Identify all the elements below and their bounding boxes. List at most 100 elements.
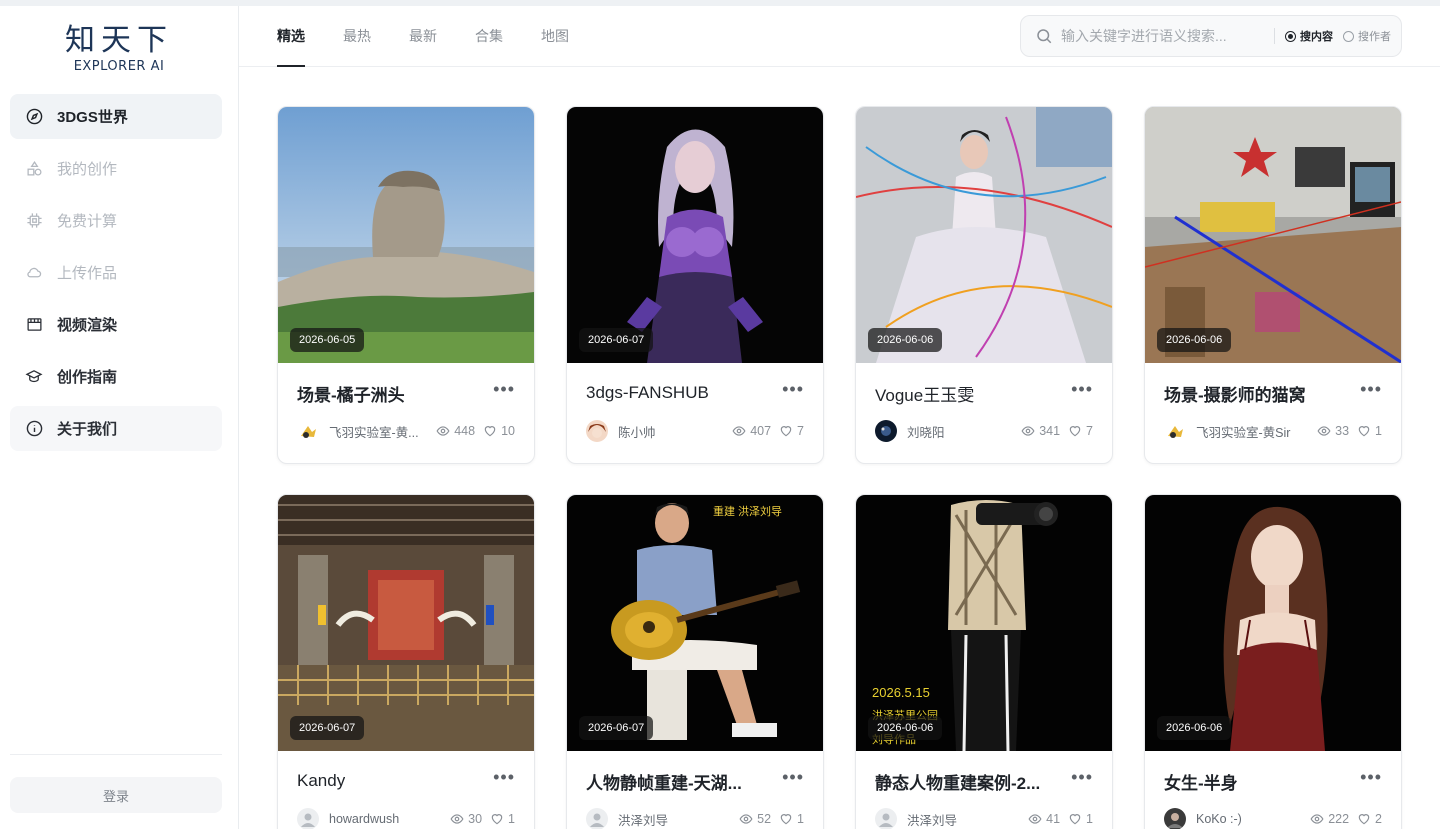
- view-count: 222: [1310, 812, 1349, 826]
- author-name[interactable]: 洪泽刘导: [618, 810, 731, 829]
- work-title[interactable]: 场景-摄影师的猫窝: [1164, 381, 1306, 406]
- work-card[interactable]: 2026.5.15 洪泽苏里公园 刘导作品 2026-06-06 静态人物重建案…: [855, 494, 1113, 829]
- work-card[interactable]: 2026-06-07 Kandy ••• howardwush 30 1: [277, 494, 535, 829]
- work-thumbnail[interactable]: 2026-06-06: [856, 107, 1112, 363]
- like-count[interactable]: 7: [1068, 424, 1093, 438]
- like-count[interactable]: 10: [483, 424, 515, 438]
- work-card[interactable]: 2026-06-05 场景-橘子洲头 ••• 飞羽实验室-黄... 448 10: [277, 106, 535, 464]
- card-title-row: Vogue王玉雯 •••: [875, 363, 1093, 423]
- work-card[interactable]: 重建 洪泽刘导 2026-06-07 人物静帧重建-天湖... ••• 洪泽刘导…: [566, 494, 824, 829]
- work-thumbnail[interactable]: 重建 洪泽刘导 2026-06-07: [567, 495, 823, 751]
- work-date: 2026-06-06: [868, 716, 943, 740]
- work-title[interactable]: 静态人物重建案例-2...: [875, 769, 1040, 794]
- work-thumbnail[interactable]: 2026-06-06: [1145, 495, 1401, 751]
- sidebar-item-free-compute[interactable]: 免费计算: [10, 198, 222, 243]
- sidebar-item-video-render[interactable]: 视频渲染: [10, 302, 222, 347]
- sidebar-item-3dgs-world[interactable]: 3DGS世界: [10, 94, 222, 139]
- author-avatar[interactable]: [297, 808, 319, 829]
- overlay-caption: 2026.5.15: [872, 685, 930, 700]
- like-count[interactable]: 1: [490, 812, 515, 826]
- view-count-value: 33: [1335, 424, 1350, 438]
- work-card[interactable]: 2026-06-06 场景-摄影师的猫窝 ••• 飞羽实验室-黄Sir 33 1: [1144, 106, 1402, 464]
- work-thumbnail[interactable]: 2026.5.15 洪泽苏里公园 刘导作品 2026-06-06: [856, 495, 1112, 751]
- view-count-value: 52: [757, 812, 772, 826]
- more-options-icon[interactable]: •••: [493, 380, 515, 402]
- more-options-icon[interactable]: •••: [1360, 380, 1382, 402]
- work-thumbnail[interactable]: 2026-06-07: [278, 495, 534, 751]
- author-avatar[interactable]: [586, 420, 608, 442]
- author-avatar[interactable]: [1164, 420, 1186, 442]
- like-count[interactable]: 7: [779, 424, 804, 438]
- author-name[interactable]: KoKo :-): [1196, 812, 1302, 826]
- search-content-radio[interactable]: 搜内容: [1285, 28, 1333, 44]
- author-name[interactable]: 刘晓阳: [907, 422, 1013, 441]
- work-date: 2026-06-06: [868, 328, 943, 352]
- more-options-icon[interactable]: •••: [493, 768, 515, 790]
- tab-hot[interactable]: 最热: [343, 6, 371, 67]
- more-options-icon[interactable]: •••: [782, 768, 804, 790]
- graduation-cap-icon: [25, 368, 43, 386]
- author-avatar[interactable]: [875, 420, 897, 442]
- tab-collections[interactable]: 合集: [475, 6, 503, 67]
- work-thumbnail[interactable]: 2026-06-06: [1145, 107, 1401, 363]
- more-options-icon[interactable]: •••: [1360, 768, 1382, 790]
- view-count-value: 30: [468, 812, 483, 826]
- work-title[interactable]: 场景-橘子洲头: [297, 381, 405, 406]
- sidebar-item-guide[interactable]: 创作指南: [10, 354, 222, 399]
- brand-name-en: EXPLORER AI: [73, 59, 165, 74]
- work-card[interactable]: 2026-06-06 女生-半身 ••• KoKo :-) 222 2: [1144, 494, 1402, 829]
- author-avatar[interactable]: [297, 420, 319, 442]
- sidebar-item-label: 免费计算: [57, 213, 118, 230]
- works-grid: 2026-06-05 场景-橘子洲头 ••• 飞羽实验室-黄... 448 10: [277, 106, 1402, 829]
- work-date: 2026-06-06: [1157, 328, 1232, 352]
- work-thumbnail[interactable]: 2026-06-07: [567, 107, 823, 363]
- author-name[interactable]: 飞羽实验室-黄...: [329, 422, 428, 441]
- tab-latest[interactable]: 最新: [409, 6, 437, 67]
- author-avatar[interactable]: [875, 808, 897, 829]
- sidebar-item-label: 创作指南: [57, 369, 118, 386]
- tab-featured[interactable]: 精选: [277, 6, 305, 67]
- more-options-icon[interactable]: •••: [1071, 380, 1093, 402]
- work-title[interactable]: 3dgs-FANSHUB: [586, 383, 709, 403]
- search-author-radio[interactable]: 搜作者: [1343, 28, 1391, 44]
- view-count: 448: [436, 424, 475, 438]
- eye-icon: [1021, 426, 1035, 436]
- view-count: 33: [1317, 424, 1349, 438]
- more-options-icon[interactable]: •••: [782, 380, 804, 402]
- like-count[interactable]: 1: [779, 812, 804, 826]
- heart-icon: [491, 814, 503, 825]
- author-avatar[interactable]: [586, 808, 608, 829]
- sidebar-item-label: 关于我们: [57, 421, 118, 438]
- work-title[interactable]: 女生-半身: [1164, 769, 1238, 794]
- work-card[interactable]: 2026-06-06 Vogue王玉雯 ••• 刘晓阳 341 7: [855, 106, 1113, 464]
- search-input[interactable]: [1061, 28, 1258, 44]
- sidebar-item-upload[interactable]: 上传作品: [10, 250, 222, 295]
- author-name[interactable]: howardwush: [329, 812, 442, 826]
- more-options-icon[interactable]: •••: [1071, 768, 1093, 790]
- like-count-value: 2: [1375, 812, 1382, 826]
- like-count[interactable]: 1: [1068, 812, 1093, 826]
- author-name[interactable]: 洪泽刘导: [907, 810, 1020, 829]
- work-thumbnail[interactable]: 2026-06-05: [278, 107, 534, 363]
- work-title[interactable]: Kandy: [297, 771, 345, 791]
- work-card[interactable]: 2026-06-07 3dgs-FANSHUB ••• 陈小帅 407 7: [566, 106, 824, 464]
- brand-logo[interactable]: 知天下 EXPLORER AI: [0, 6, 238, 92]
- card-title-row: 静态人物重建案例-2... •••: [875, 751, 1093, 811]
- card-body: 场景-摄影师的猫窝 ••• 飞羽实验室-黄Sir 33 1: [1145, 363, 1401, 442]
- sidebar-item-my-creations[interactable]: 我的创作: [10, 146, 222, 191]
- author-avatar[interactable]: [1164, 808, 1186, 829]
- work-title[interactable]: 人物静帧重建-天湖...: [586, 769, 742, 794]
- author-name[interactable]: 陈小帅: [618, 422, 724, 441]
- work-title[interactable]: Vogue王玉雯: [875, 381, 974, 406]
- author-name[interactable]: 飞羽实验室-黄Sir: [1196, 422, 1309, 441]
- shapes-icon: [25, 160, 43, 178]
- login-button[interactable]: 登录: [10, 777, 222, 813]
- tab-map[interactable]: 地图: [541, 6, 569, 67]
- studio-room-image: [1145, 107, 1401, 363]
- heart-icon: [780, 426, 792, 437]
- card-body: 静态人物重建案例-2... ••• 洪泽刘导 41 1: [856, 751, 1112, 829]
- like-count[interactable]: 2: [1357, 812, 1382, 826]
- sidebar-item-about[interactable]: 关于我们: [10, 406, 222, 451]
- heart-icon: [1358, 426, 1370, 437]
- like-count[interactable]: 1: [1357, 424, 1382, 438]
